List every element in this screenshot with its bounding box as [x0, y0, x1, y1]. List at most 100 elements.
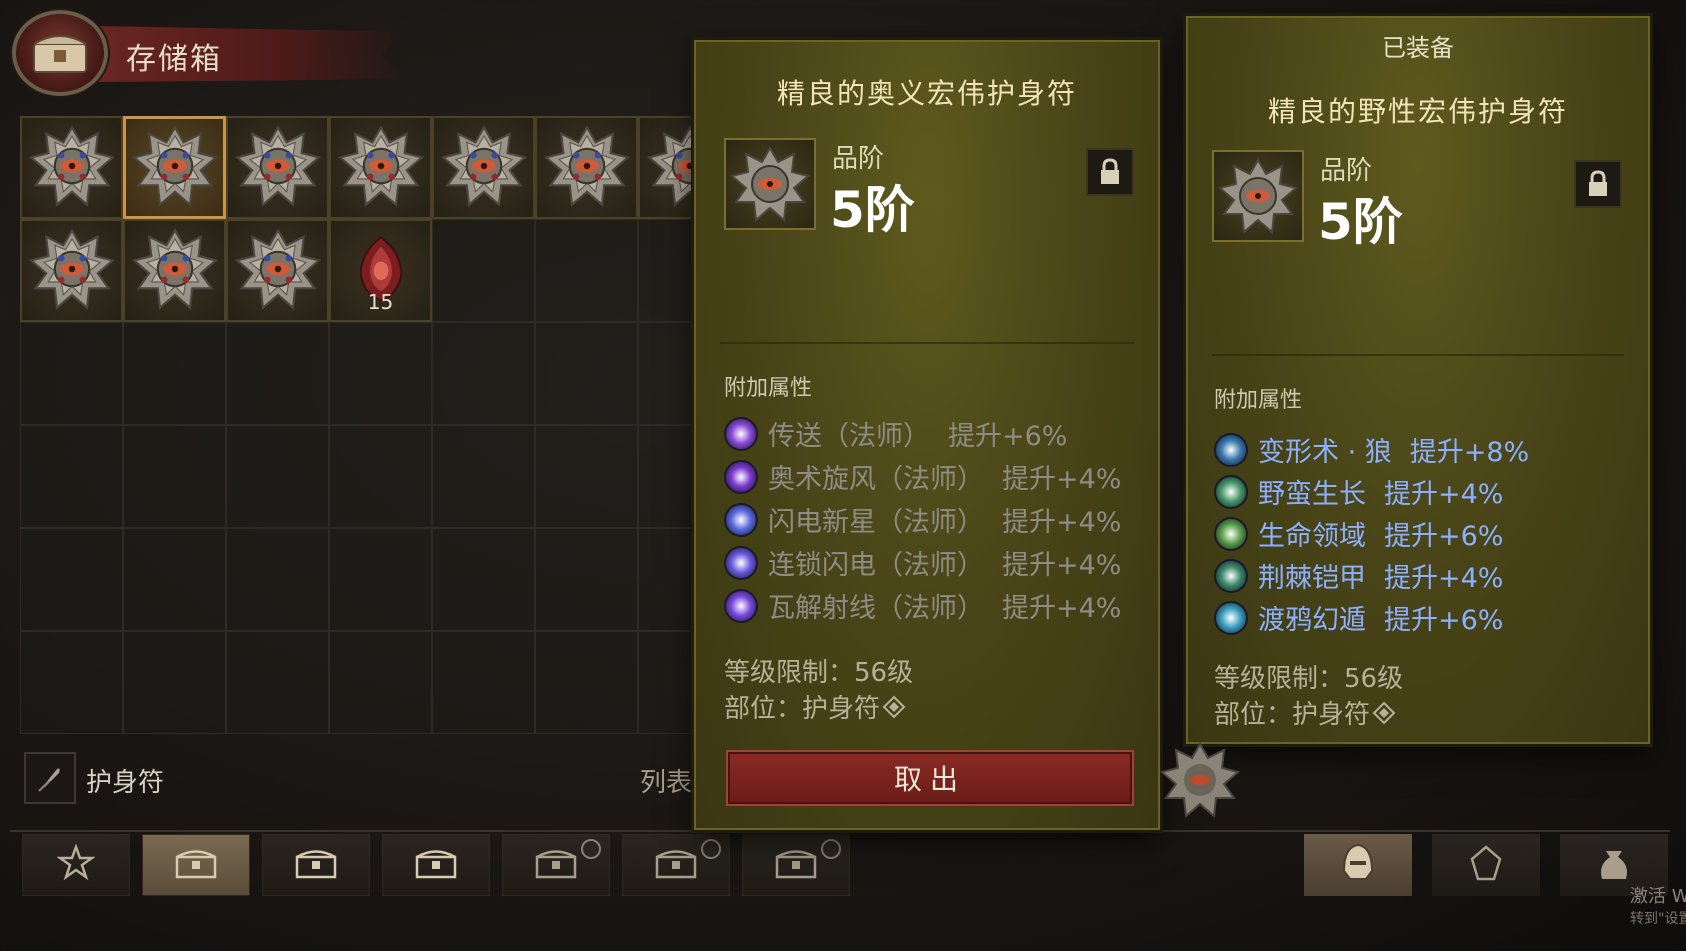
clock-icon [821, 839, 841, 859]
affix-bonus: 提升+6% [1384, 605, 1504, 636]
affix-skill: 渡鸦幻遁 [1258, 605, 1366, 636]
tabbar-divider [10, 830, 1670, 832]
skill-icon [724, 588, 758, 623]
affix-bonus: 提升+4% [1384, 563, 1504, 594]
affix-bonus: 提升+4% [1002, 593, 1122, 624]
stash-tab-7[interactable] [742, 834, 850, 896]
stash-slot[interactable] [123, 116, 226, 219]
stash-slot[interactable] [20, 219, 123, 322]
stash-slot[interactable] [329, 425, 432, 528]
affix-row: 生命领域 提升+6% [1214, 514, 1503, 553]
affix-skill: 连锁闪电（法师） [768, 550, 984, 581]
stash-slot[interactable] [20, 116, 123, 219]
stash-tab-1[interactable] [22, 834, 130, 896]
skill-icon [724, 416, 758, 451]
stash-tab-4[interactable] [382, 834, 490, 896]
skill-icon [1214, 432, 1248, 467]
slot-info: 部位：护身符 [724, 688, 906, 725]
stash-tab-5[interactable] [502, 834, 610, 896]
skill-icon [1214, 474, 1248, 509]
skill-icon [1214, 516, 1248, 551]
stash-slot[interactable]: 15 [329, 219, 432, 322]
stash-slot[interactable] [535, 116, 638, 219]
stash-slot[interactable] [123, 425, 226, 528]
gem-icon [1464, 841, 1508, 889]
stash-slot[interactable] [432, 425, 535, 528]
stash-slot[interactable] [20, 528, 123, 631]
stash-slot[interactable] [535, 528, 638, 631]
affix-skill: 闪电新星（法师） [768, 507, 984, 538]
locked-chest-icon [654, 846, 698, 884]
stash-slot[interactable] [123, 219, 226, 322]
stash-slot[interactable] [20, 631, 123, 734]
tier-value: 5阶 [830, 181, 915, 239]
lock-icon [1589, 170, 1607, 196]
stash-slot[interactable] [20, 425, 123, 528]
affix-bonus: 提升+4% [1002, 550, 1122, 581]
inventory-tab-1[interactable] [1304, 834, 1412, 896]
stash-slot[interactable] [226, 116, 329, 219]
item-name: 精良的奥义宏伟护身符 [776, 77, 1077, 110]
affix-row: 瓦解射线（法师） 提升+4% [724, 586, 1121, 625]
affix-bonus: 提升+8% [1409, 437, 1530, 468]
clock-icon [581, 839, 601, 859]
stash-slot[interactable] [226, 425, 329, 528]
amulet-icon [543, 123, 630, 213]
stash-slot[interactable] [432, 322, 535, 425]
stash-slot[interactable] [123, 322, 226, 425]
affix-skill: 野蛮生长 [1258, 479, 1366, 510]
amulet-icon [234, 226, 321, 316]
stash-slot[interactable] [329, 116, 432, 219]
equipped-label: 已装备 [1382, 34, 1454, 62]
stash-slot[interactable] [123, 631, 226, 734]
stash-header: 存储箱 [8, 6, 408, 96]
amulet-icon [234, 123, 321, 213]
stash-slot[interactable] [329, 631, 432, 734]
filter-label: 护身符 [86, 768, 165, 798]
stash-slot[interactable] [329, 528, 432, 631]
stash-slot[interactable] [226, 322, 329, 425]
affix-skill: 奥术旋风（法师） [768, 464, 984, 495]
affix-row: 渡鸦幻遁 提升+6% [1214, 598, 1503, 637]
tier-value: 5阶 [1318, 193, 1403, 251]
affix-bonus: 提升+6% [1384, 521, 1504, 552]
affix-row: 荆棘铠甲 提升+4% [1214, 556, 1503, 595]
stash-tab-3[interactable] [262, 834, 370, 896]
helmet-icon [1336, 841, 1380, 889]
locked-chest-icon [534, 846, 578, 884]
skill-icon [724, 459, 758, 494]
stash-slot[interactable] [535, 425, 638, 528]
divider [720, 342, 1134, 344]
stash-slot[interactable] [123, 528, 226, 631]
stash-slot[interactable] [329, 322, 432, 425]
stash-slot[interactable] [535, 631, 638, 734]
stash-slot[interactable] [432, 631, 535, 734]
list-view-button[interactable]: 列表 [640, 762, 692, 799]
stash-tab-6[interactable] [622, 834, 730, 896]
stash-slot[interactable] [432, 219, 535, 322]
slot-label: 部位：护身符 [1214, 700, 1371, 730]
stash-slot[interactable] [432, 116, 535, 219]
stash-slot[interactable] [432, 528, 535, 631]
amulet-icon [1159, 741, 1241, 818]
stash-slot[interactable] [226, 631, 329, 734]
affix-bonus: 提升+4% [1002, 507, 1122, 538]
stash-title: 存储箱 [126, 42, 222, 77]
affix-row: 野蛮生长 提升+4% [1214, 472, 1503, 511]
lock-button[interactable] [1574, 160, 1622, 208]
stash-tab-2[interactable] [142, 834, 250, 896]
stash-slot[interactable] [226, 528, 329, 631]
stash-slot[interactable] [226, 219, 329, 322]
item-quantity: 15 [367, 290, 394, 314]
stash-slot[interactable] [535, 322, 638, 425]
stash-slot[interactable] [20, 322, 123, 425]
stash-slot[interactable] [535, 219, 638, 322]
amulet-icon [440, 123, 527, 213]
equipped-amulet-slot[interactable] [1159, 740, 1241, 824]
takeout-button[interactable]: 取出 [726, 750, 1134, 806]
item-name: 精良的野性宏伟护身符 [1267, 95, 1568, 128]
lock-button[interactable] [1086, 148, 1134, 196]
inventory-tab-2[interactable] [1432, 834, 1540, 896]
filter-button[interactable] [24, 752, 76, 804]
affix-skill: 瓦解射线（法师） [768, 593, 984, 624]
